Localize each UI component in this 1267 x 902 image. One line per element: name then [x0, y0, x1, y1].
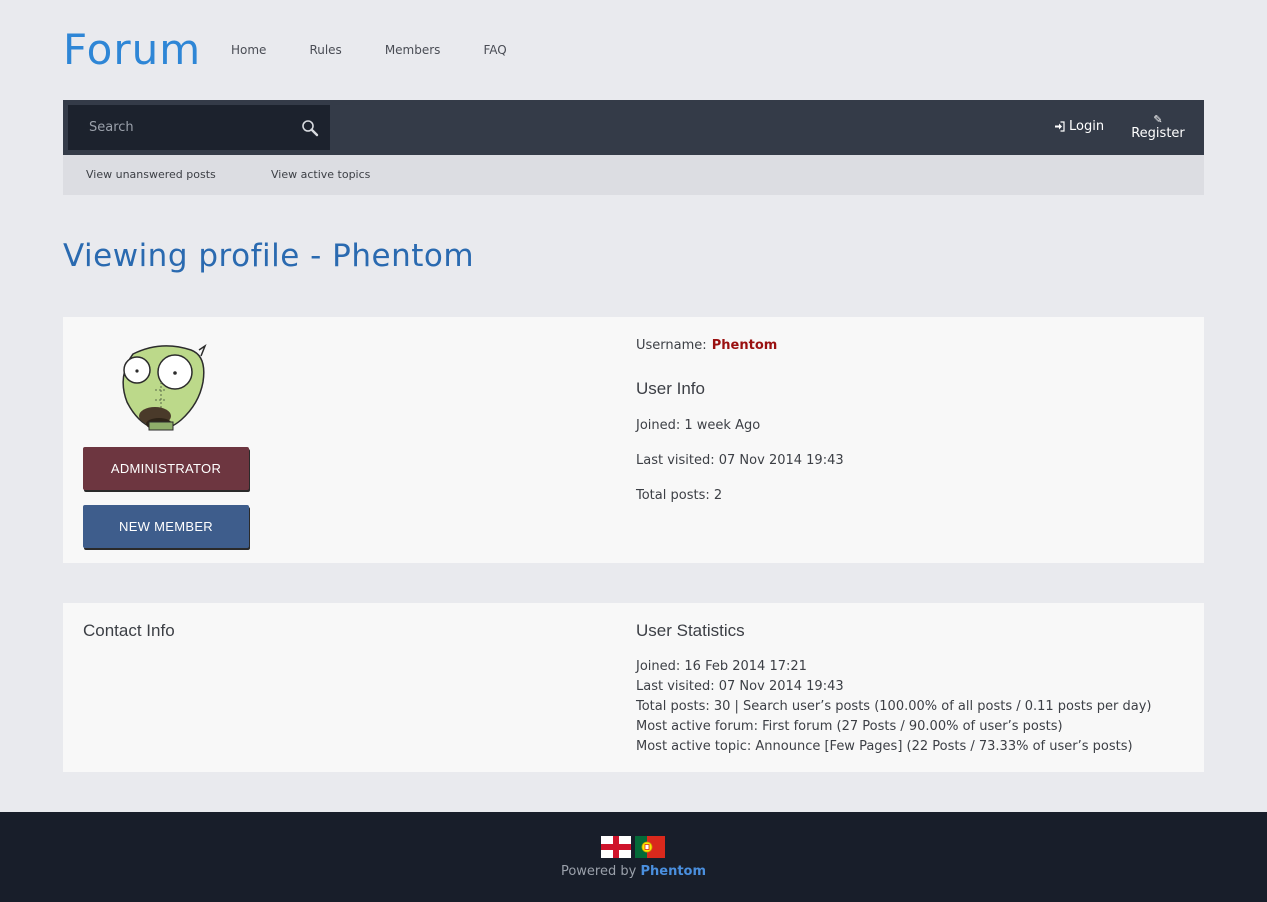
search-box: [68, 105, 330, 150]
author-link[interactable]: Phentom: [640, 864, 706, 879]
main-navbar: Login ✎ Register: [63, 100, 1204, 155]
powered-by: Powered by Phentom: [0, 864, 1267, 879]
stat-most-active-topic[interactable]: Most active topic: Announce [Few Pages] …: [636, 737, 1152, 757]
user-statistics-heading: User Statistics: [636, 621, 745, 640]
login-button[interactable]: Login: [1054, 119, 1104, 134]
username-label: Username:: [636, 338, 707, 353]
profile-panel: ADMINISTRATOR NEW MEMBER Username: Phent…: [63, 317, 1204, 563]
new-member-rank-badge[interactable]: NEW MEMBER: [83, 505, 249, 548]
contact-info-heading: Contact Info: [83, 621, 175, 640]
portugal-flag-icon[interactable]: [635, 836, 665, 858]
register-button[interactable]: ✎ Register: [1126, 113, 1190, 141]
login-label: Login: [1069, 119, 1105, 134]
user-avatar: [122, 344, 207, 431]
username-value[interactable]: Phentom: [712, 338, 778, 353]
stat-last-visited: Last visited: 07 Nov 2014 19:43: [636, 679, 844, 694]
nav-rules-link[interactable]: Rules: [309, 42, 341, 58]
england-flag-icon[interactable]: [601, 836, 631, 858]
register-label: Register: [1131, 126, 1185, 141]
pencil-icon: ✎: [1153, 113, 1163, 126]
user-info-heading: User Info: [636, 379, 705, 398]
top-nav: Home Rules Members FAQ: [231, 42, 550, 58]
forum-logo[interactable]: Forum: [63, 24, 201, 76]
sub-nav: View unanswered posts View active topics: [63, 155, 1204, 195]
contact-stats-panel: Contact Info User Statistics Joined: 16 …: [63, 603, 1204, 772]
total-posts-text: Total posts: 2: [636, 488, 723, 503]
search-icon[interactable]: [301, 119, 319, 137]
view-active-topics-link[interactable]: View active topics: [271, 168, 370, 181]
administrator-rank-badge[interactable]: ADMINISTRATOR: [83, 447, 249, 490]
username-row: Username: Phentom: [636, 334, 777, 353]
nav-faq-link[interactable]: FAQ: [483, 42, 506, 58]
page-footer: Powered by Phentom: [0, 812, 1267, 902]
view-unanswered-link[interactable]: View unanswered posts: [86, 168, 216, 181]
nav-members-link[interactable]: Members: [385, 42, 441, 58]
sign-in-icon: [1055, 121, 1065, 132]
last-visited-text: Last visited: 07 Nov 2014 19:43: [636, 453, 844, 468]
stat-total-posts[interactable]: Total posts: 30 | Search user’s posts (1…: [636, 697, 1152, 717]
search-input[interactable]: [68, 105, 293, 150]
stat-joined: Joined: 16 Feb 2014 17:21: [636, 659, 807, 674]
statistics-list: Joined: 16 Feb 2014 17:21 Last visited: …: [636, 657, 1152, 757]
powered-by-label: Powered by: [560, 864, 637, 879]
stat-most-active-forum[interactable]: Most active forum: First forum (27 Posts…: [636, 717, 1152, 737]
nav-home-link[interactable]: Home: [231, 42, 266, 58]
joined-text: Joined: 1 week Ago: [636, 418, 761, 433]
page-title: Viewing profile - Phentom: [63, 238, 475, 274]
